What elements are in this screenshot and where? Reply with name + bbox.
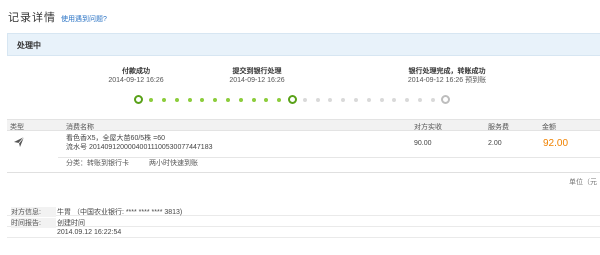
column-header-amount: 金额	[542, 124, 556, 131]
progress-dot	[238, 98, 243, 102]
progress-dot	[417, 98, 422, 102]
transfer-plane-icon	[14, 136, 25, 147]
step-label: 提交到银行处理	[232, 68, 282, 75]
step-bank-complete: 银行处理完成，转账成功 2014-09-12 16:26 预到账	[387, 67, 507, 85]
status-text: 处理中	[17, 41, 41, 50]
step-payment-success: 付款成功 2014-09-12 16:26	[76, 67, 196, 85]
progress-dot	[226, 98, 231, 102]
progress-track	[134, 95, 450, 105]
fee-value: 2.00	[488, 140, 502, 147]
page-title: 记录详情	[8, 12, 56, 24]
step-submitted-to-bank: 提交到银行处理 2014-09-12 16:26	[197, 67, 317, 85]
progress-dot	[315, 98, 320, 102]
progress-dot	[379, 98, 384, 102]
info-row-created: 2014.09.12 16:22:54	[7, 227, 600, 238]
progress-dot	[174, 98, 179, 102]
info-section: 对方信息: 牛胃 （中国农业银行: **** **** **** 3813) 时…	[7, 205, 600, 238]
progress-dot	[162, 98, 167, 102]
progress-node	[441, 95, 450, 104]
step-time: 2014-09-12 16:26 预到账	[407, 77, 487, 84]
step-label: 付款成功	[122, 68, 150, 75]
paid-value: 90.00	[414, 140, 432, 147]
column-header-paid: 对方实收	[414, 124, 442, 131]
status-bar: 处理中	[7, 33, 600, 56]
table-header: 类型 消费名称 对方实收 服务费 金额	[7, 119, 600, 131]
info-row-counterparty: 对方信息: 牛胃 （中国农业银行: **** **** **** 3813)	[7, 205, 600, 217]
progress-dot	[405, 98, 410, 102]
amount-value: 92.00	[543, 138, 569, 149]
table-bottom-divider	[7, 172, 600, 173]
progress-dot	[277, 98, 282, 102]
arrival-speed-text: 两小时快速到账	[149, 160, 198, 167]
progress-dot	[200, 98, 205, 102]
help-link[interactable]: 使用遇到问题?	[61, 14, 107, 24]
column-header-type: 类型	[10, 124, 24, 131]
column-header-fee: 服务费	[488, 124, 509, 131]
created-value: 2014.09.12 16:22:54	[57, 229, 122, 236]
step-time: 2014-09-12 16:26	[108, 77, 164, 84]
progress-dot	[149, 98, 154, 102]
progress-dot	[341, 98, 346, 102]
info-row-time: 时间报告: 创建时间	[7, 216, 600, 228]
unit-label: 单位（元	[569, 179, 597, 186]
table-row: 看色香X5，全屋大苗60/5株 =60 流水号 2014091200004001…	[7, 132, 600, 155]
category-text: 分类：转账到银行卡	[66, 160, 129, 167]
progress-dot	[302, 98, 307, 102]
page-header: 记录详情 使用遇到问题?	[8, 9, 107, 24]
progress-dot	[353, 98, 358, 102]
progress-dot	[392, 98, 397, 102]
progress-dot	[264, 98, 269, 102]
progress-dot	[213, 98, 218, 102]
progress-dot	[328, 98, 333, 102]
progress-dot	[430, 98, 435, 102]
step-time: 2014-09-12 16:26	[229, 77, 285, 84]
row-divider	[58, 157, 600, 158]
progress-dot	[187, 98, 192, 102]
step-label: 银行处理完成，转账成功	[408, 68, 486, 75]
progress-dot	[251, 98, 256, 102]
progress-node	[287, 95, 297, 104]
progress-node	[134, 95, 143, 104]
serial-number: 流水号 20140912000040011100530077447183	[66, 144, 213, 151]
progress-dot	[366, 98, 371, 102]
item-name: 看色香X5，全屋大苗60/5株 =60	[66, 135, 166, 142]
column-header-name: 消费名称	[66, 124, 94, 131]
